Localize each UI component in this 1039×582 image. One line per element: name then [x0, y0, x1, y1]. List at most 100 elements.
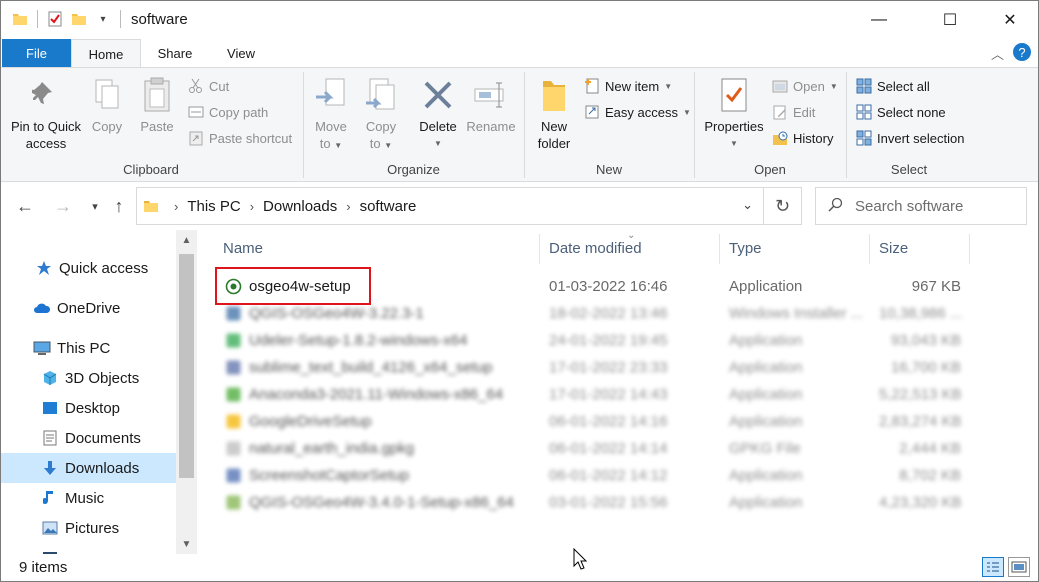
file-size: 5,22,513 KB [879, 386, 961, 403]
breadcrumb-separator[interactable]: › [250, 199, 254, 214]
select-all-label: Select all [877, 78, 930, 94]
file-icon [226, 495, 241, 510]
file-type: Application [729, 359, 803, 376]
nav-item-pictures[interactable]: Pictures [1, 513, 176, 543]
new-item-button[interactable]: New item ▼ [583, 75, 672, 97]
select-none-button[interactable]: Select none [855, 101, 946, 123]
scroll-down-arrow-icon[interactable]: ▼ [176, 534, 197, 554]
cut-button[interactable]: Cut [187, 75, 229, 97]
column-separator[interactable] [539, 234, 540, 264]
column-separator[interactable] [719, 234, 720, 264]
up-button[interactable]: ↑ [107, 194, 131, 218]
svg-text:?: ? [1018, 45, 1025, 60]
rename-label: Rename [466, 119, 516, 134]
nav-item-documents[interactable]: Documents [1, 423, 176, 453]
nav-item-this-pc[interactable]: This PC [1, 333, 176, 363]
rename-button[interactable]: Rename [464, 72, 518, 135]
folder-icon[interactable] [11, 10, 29, 28]
invert-selection-button[interactable]: Invert selection [855, 127, 964, 149]
easy-access-button[interactable]: Easy access ▼ [583, 101, 691, 123]
maximize-button[interactable]: ☐ [927, 1, 973, 39]
tab-home[interactable]: Home [71, 39, 141, 68]
navigation-pane-scrollbar[interactable]: ▲ ▼ [176, 230, 197, 554]
nav-item-quick-access[interactable]: Quick access [1, 253, 176, 283]
scroll-up-arrow-icon[interactable]: ▲ [176, 230, 197, 250]
column-separator[interactable] [969, 234, 970, 264]
new-folder-button[interactable]: New folder [531, 72, 577, 152]
refresh-button[interactable]: ↻ [764, 187, 802, 225]
breadcrumb-this-pc[interactable]: This PC [187, 198, 240, 215]
nav-item-downloads[interactable]: Downloads [1, 453, 176, 483]
file-row[interactable]: Udeler-Setup-1.8.2-windows-x64 24-01-2022… [219, 327, 971, 354]
properties-button[interactable]: Properties ▼ [699, 72, 769, 152]
nav-item-music[interactable]: Music [1, 483, 176, 513]
tab-share[interactable]: Share [141, 39, 209, 68]
help-icon[interactable]: ? [1012, 42, 1032, 65]
move-to-button[interactable]: Move to ▼ [310, 72, 352, 154]
details-view-icon [987, 562, 999, 572]
properties-icon[interactable] [46, 10, 64, 28]
tab-file[interactable]: File [2, 39, 71, 68]
file-icon [226, 468, 241, 483]
nav-item-3d-objects[interactable]: 3D Objects [1, 363, 176, 393]
delete-button[interactable]: Delete ▼ [416, 72, 460, 152]
open-button[interactable]: Open ▼ [771, 75, 838, 97]
paste-shortcut-button[interactable]: Paste shortcut [187, 127, 292, 149]
edit-button[interactable]: Edit [771, 101, 815, 123]
file-icon [226, 414, 241, 429]
nav-item-partial[interactable] [1, 543, 176, 554]
select-all-button[interactable]: Select all [855, 75, 930, 97]
breadcrumb-downloads[interactable]: Downloads [263, 198, 337, 215]
file-icon [226, 306, 241, 321]
file-size: 16,700 KB [890, 359, 961, 376]
item-count: 9 items [19, 559, 68, 576]
breadcrumb-software[interactable]: software [360, 198, 417, 215]
column-separator[interactable] [869, 234, 870, 264]
pin-label-line2: access [25, 136, 67, 151]
document-icon [41, 429, 59, 447]
ribbon-home: Pin to Quick access Copy Paste Cut Copy … [1, 67, 1038, 182]
customize-toolbar-dropdown-icon[interactable]: ▾ [94, 10, 112, 28]
breadcrumb-separator[interactable]: › [174, 199, 178, 214]
file-size: 10,38,986 ... [879, 305, 961, 322]
file-row[interactable]: GoogleDriveSetup 06-01-2022 14:16 Applicat… [219, 408, 971, 435]
paste-label: Paste [140, 119, 174, 134]
copy-button[interactable]: Copy [87, 72, 127, 135]
file-row[interactable]: ScreenshotCaptorSetup 06-01-2022 14:12 App… [219, 462, 971, 489]
file-row[interactable]: Anaconda3-2021.11-Windows-x86_64 17-01-20… [219, 381, 971, 408]
file-row[interactable]: sublime_text_build_4126_x64_setup 17-01-2… [219, 354, 971, 381]
tab-view[interactable]: View [209, 39, 273, 68]
history-label: History [793, 130, 834, 146]
breadcrumb-separator[interactable]: › [346, 199, 350, 214]
pin-to-quick-access-button[interactable]: Pin to Quick access [7, 72, 85, 152]
close-button[interactable]: ✕ [987, 1, 1033, 39]
copy-path-button[interactable]: Copy path [187, 101, 268, 123]
file-row[interactable]: QGIS-OSGeo4W-3.4.0-1-Setup-x86_64 03-01-2… [219, 489, 971, 516]
paste-button[interactable]: Paste [135, 72, 179, 135]
organize-group-label: Organize [387, 162, 440, 177]
new-folder-icon[interactable] [70, 10, 88, 28]
column-header-type[interactable]: Type [729, 234, 762, 264]
file-type: Application [729, 413, 803, 430]
details-view-button[interactable] [982, 557, 1004, 577]
address-dropdown-icon[interactable]: ⌄ [742, 197, 753, 213]
large-icons-view-button[interactable] [1008, 557, 1030, 577]
minimize-button[interactable]: — [856, 1, 902, 39]
column-header-name[interactable]: Name [223, 234, 263, 264]
back-button[interactable]: ← [13, 194, 37, 218]
delete-x-icon [416, 72, 460, 118]
search-box[interactable]: Search software [815, 187, 1027, 225]
copy-to-button[interactable]: Copy to ▼ [360, 72, 402, 154]
history-button[interactable]: History [771, 127, 833, 149]
file-row[interactable]: natural_earth_india.gpkg 06-01-2022 14:14… [219, 435, 971, 462]
recent-locations-button[interactable]: ▾ [83, 194, 107, 218]
column-header-size[interactable]: Size [879, 234, 908, 264]
toolbar-separator [120, 10, 121, 28]
address-bar[interactable]: › This PC › Downloads › software ⌄ [136, 187, 764, 225]
nav-item-onedrive[interactable]: OneDrive [1, 293, 176, 323]
scroll-thumb[interactable] [179, 254, 194, 478]
nav-item-desktop[interactable]: Desktop [1, 393, 176, 423]
navigation-row: ← → ▾ ↑ › This PC › Downloads › software… [1, 182, 1038, 230]
collapse-ribbon-icon[interactable]: ︿ [991, 44, 1004, 63]
forward-button[interactable]: → [51, 194, 75, 218]
